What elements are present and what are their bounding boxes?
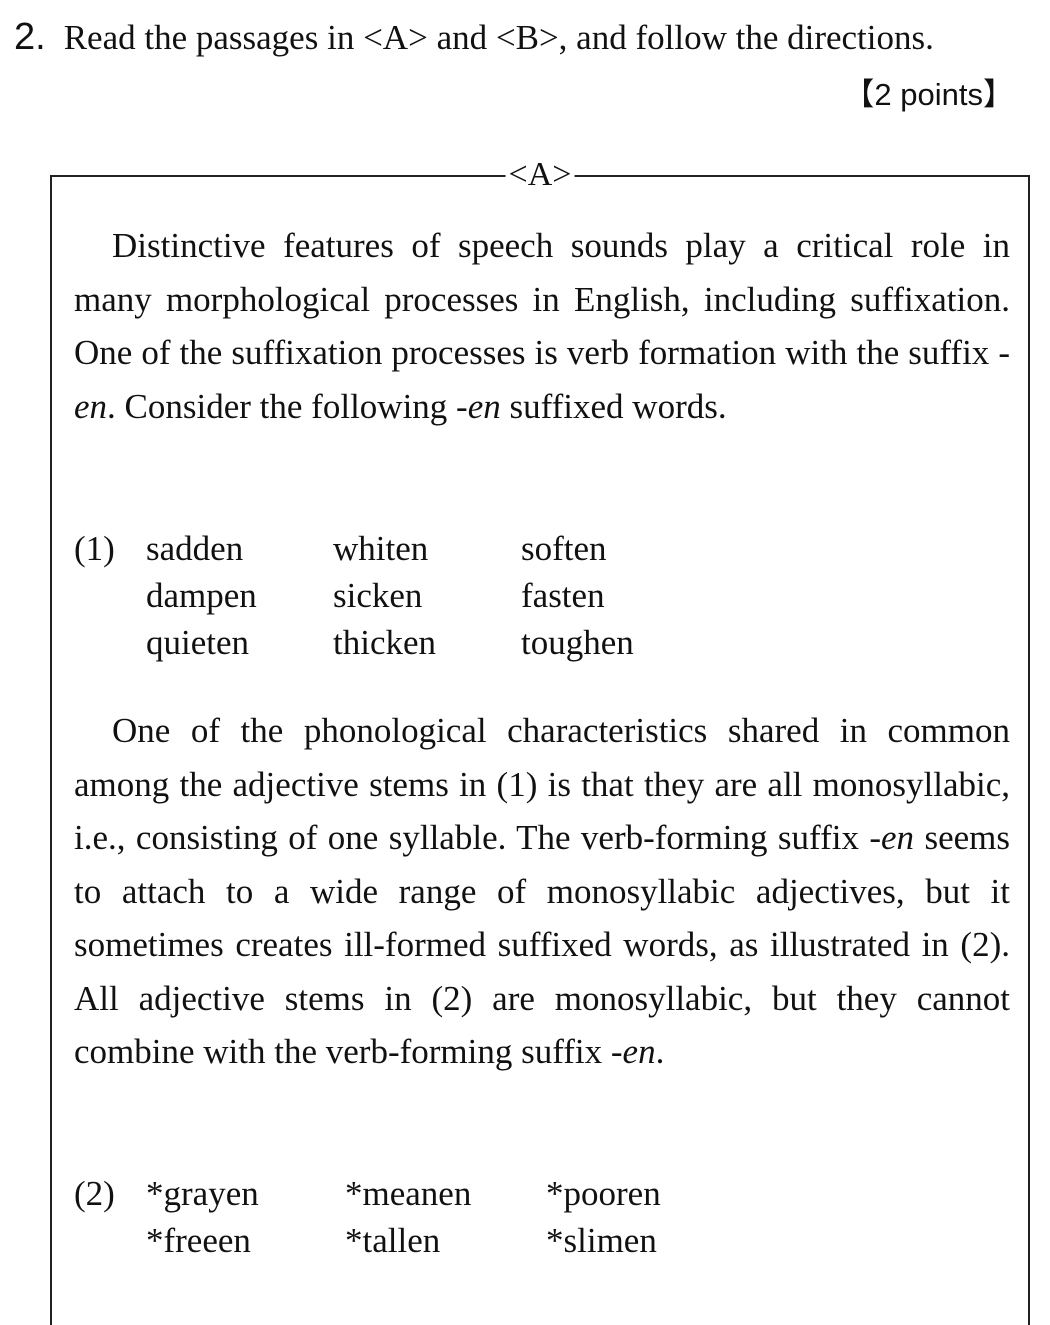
question-number: 2. bbox=[14, 16, 46, 58]
example-1-word-grid: sadden whiten soften dampen sicken faste… bbox=[146, 525, 721, 666]
passage-a-box: <A> Distinctive features of speech sound… bbox=[50, 153, 1030, 1325]
example-word: soften bbox=[521, 529, 607, 568]
suffix-term: -en bbox=[869, 818, 915, 857]
suffix-term: -en bbox=[456, 386, 501, 426]
example-2-word-grid: *grayen *meanen *pooren *freeen *tallen … bbox=[146, 1170, 746, 1264]
question-prompt: Read the passages in <A> and <B>, and fo… bbox=[63, 18, 934, 57]
points-label: 【2 points】 bbox=[843, 77, 1014, 112]
suffix-term: -en bbox=[610, 1032, 656, 1071]
example-word: fasten bbox=[521, 576, 605, 615]
example-word: sicken bbox=[333, 576, 423, 615]
example-word: toughen bbox=[521, 623, 634, 662]
example-word: dampen bbox=[146, 576, 257, 615]
paragraph-2: One of the phonological characteristics … bbox=[74, 704, 1010, 1079]
example-word: thicken bbox=[333, 623, 437, 662]
example-word: *pooren bbox=[546, 1174, 661, 1213]
example-word: *freeen bbox=[146, 1221, 251, 1260]
question-header: 2. Read the passages in <A> and <B>, and … bbox=[14, 14, 1026, 61]
example-word: *grayen bbox=[146, 1174, 259, 1213]
example-word: whiten bbox=[333, 529, 429, 568]
paragraph-1-text-2: . Consider the following bbox=[107, 386, 457, 426]
paragraph-1-text-3: suffixed words. bbox=[500, 386, 727, 426]
paragraph-1-text-1: Distinctive features of speech sounds pl… bbox=[74, 226, 1010, 372]
passage-a-label: <A> bbox=[505, 153, 575, 197]
example-word: *tallen bbox=[345, 1221, 441, 1260]
example-word: *meanen bbox=[345, 1174, 472, 1213]
example-1-number: (1) bbox=[74, 529, 115, 568]
paragraph-2-text-3: . bbox=[655, 1032, 665, 1071]
paragraph-1: Distinctive features of speech sounds pl… bbox=[74, 219, 1010, 433]
example-word: quieten bbox=[146, 623, 250, 662]
example-word: *slimen bbox=[546, 1221, 657, 1260]
example-2-number: (2) bbox=[74, 1174, 115, 1213]
example-word: sadden bbox=[146, 529, 244, 568]
